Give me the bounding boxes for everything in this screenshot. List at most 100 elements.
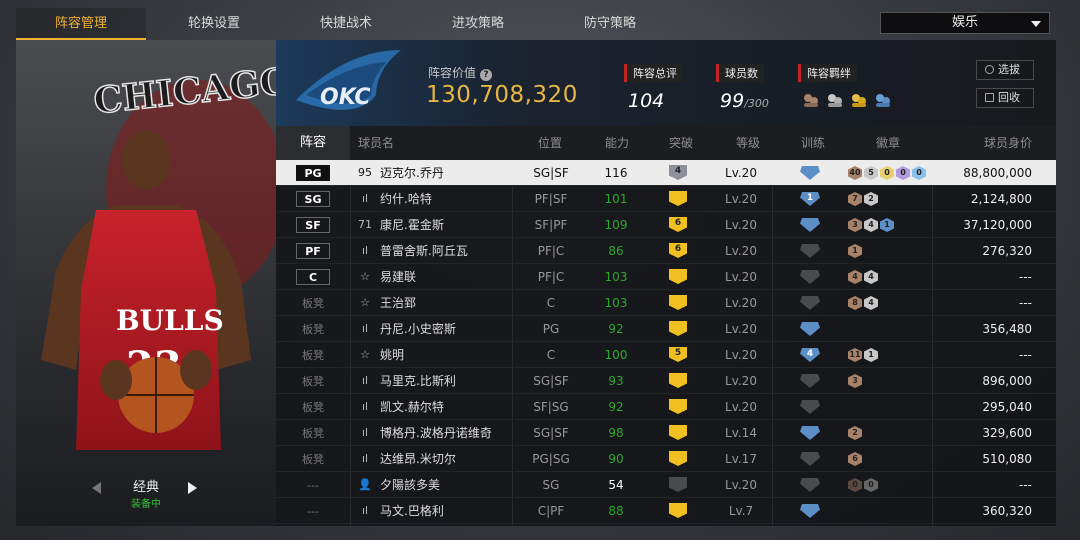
col-badges[interactable]: 徽章 [876,126,900,160]
col-position[interactable]: 位置 [538,126,562,160]
chem-bronze-icon[interactable] [802,92,820,108]
table-row[interactable]: 板凳 ıl 达维昂.米切尔 PG|SG 90 Lv.17 6 510,080 [276,446,1056,472]
lineup-slot[interactable]: 板凳 [292,368,334,394]
badges-cell[interactable]: 6 [848,446,938,472]
previous-style-arrow-icon[interactable] [92,482,101,494]
breakthrough-cell[interactable] [669,186,691,212]
tab-offense[interactable]: 进攻策略 [413,8,543,40]
col-level[interactable]: 等级 [736,126,760,160]
table-row[interactable]: 板凳 ıl 博格丹.波格丹诺维奇 SG|SF 98 Lv.14 2 329,60… [276,420,1056,446]
lineup-slot[interactable]: PG [292,160,334,186]
lineup-slot[interactable]: PF [292,238,334,264]
lineup-slot[interactable]: 板凳 [292,290,334,316]
table-row[interactable]: 板凳 ☆ 姚明 C 100 5 Lv.20 4 11 1 --- [276,342,1056,368]
breakthrough-cell[interactable]: 4 [669,160,691,186]
player-level: Lv.20 [725,348,757,362]
badges-cell[interactable]: 72 [848,186,938,212]
card-style-status: 装备中 [131,499,161,510]
table-row[interactable]: PF ıl 普雷舍斯.阿丘瓦 PF|C 86 6 Lv.20 1 276,320 [276,238,1056,264]
lineup-slot[interactable]: SG [292,186,334,212]
breakthrough-cell[interactable] [669,420,691,446]
training-cell[interactable]: 4 [800,342,822,368]
select-button[interactable]: 选拔 [976,60,1034,80]
badges-cell[interactable]: 11 1 [848,342,938,368]
badges-cell[interactable] [848,394,938,420]
badges-cell[interactable]: 40 5 0 0 0 [848,160,938,186]
training-cell[interactable] [800,160,822,186]
lineup-slot[interactable]: --- [292,498,334,524]
badges-cell[interactable]: 00 [848,472,938,498]
badge-hex-icon: 3 [848,218,862,232]
badge-hex-icon: 40 [848,166,862,180]
mode-select[interactable]: 娱乐 [880,12,1050,34]
badges-cell[interactable]: 2 [848,420,938,446]
col-breakthrough[interactable]: 突破 [669,126,693,160]
tab-lineup[interactable]: 阵容管理 [16,8,146,40]
col-price[interactable]: 球员身价 [984,126,1032,160]
breakthrough-cell[interactable]: 6 [669,212,691,238]
training-cell[interactable]: 1 [800,186,822,212]
chem-silver-icon[interactable] [826,92,844,108]
lineup-slot[interactable]: C [292,264,334,290]
breakthrough-cell[interactable] [669,264,691,290]
lineup-slot[interactable]: 板凳 [292,420,334,446]
training-cell[interactable] [800,316,822,342]
recycle-button[interactable]: 回收 [976,88,1034,108]
training-cell[interactable] [800,212,822,238]
table-row[interactable]: --- ıl 马文.巴格利 C|PF 88 Lv.7 360,320 [276,498,1056,524]
table-row[interactable]: SF 71 康尼.霍金斯 SF|PF 109 6 Lv.20 341 37,12… [276,212,1056,238]
training-cell[interactable] [800,472,822,498]
badges-cell[interactable]: 341 [848,212,938,238]
help-icon[interactable]: ? [480,69,493,81]
col-name[interactable]: 球员名 [358,126,394,160]
breakthrough-cell[interactable] [669,446,691,472]
chem-blue-icon[interactable] [874,92,892,108]
col-overall[interactable]: 能力 [605,126,629,160]
table-row[interactable]: 板凳 ☆ 王治郅 C 103 Lv.20 84 --- [276,290,1056,316]
table-row[interactable]: 板凳 ıl 凯文.赫尔特 SF|SG 92 Lv.20 295,040 [276,394,1056,420]
lineup-slot[interactable]: 板凳 [292,316,334,342]
breakthrough-cell[interactable] [669,394,691,420]
breakthrough-cell[interactable] [669,316,691,342]
table-row[interactable]: --- 👤 夕陽該多美 SG 54 Lv.20 00 --- [276,472,1056,498]
table-row[interactable]: 板凳 ıl 丹尼.小史密斯 PG 92 Lv.20 356,480 [276,316,1056,342]
badges-cell[interactable] [848,498,938,524]
training-cell[interactable] [800,446,822,472]
breakthrough-cell[interactable] [669,290,691,316]
col-training[interactable]: 训练 [801,126,825,160]
breakthrough-cell[interactable]: 5 [669,342,691,368]
breakthrough-cell[interactable] [669,368,691,394]
breakthrough-cell[interactable] [669,498,691,524]
badges-cell[interactable]: 84 [848,290,938,316]
col-lineup[interactable]: 阵容 [276,126,350,160]
badges-cell[interactable]: 1 [848,238,938,264]
training-cell[interactable] [800,290,822,316]
training-cell[interactable] [800,368,822,394]
lineup-slot[interactable]: 板凳 [292,342,334,368]
tab-rotation[interactable]: 轮换设置 [149,8,279,40]
badges-cell[interactable] [848,316,938,342]
training-cell[interactable] [800,420,822,446]
training-cell[interactable] [800,394,822,420]
tab-defense[interactable]: 防守策略 [545,8,675,40]
badges-cell[interactable]: 3 [848,368,938,394]
training-cell[interactable] [800,264,822,290]
table-row[interactable]: C ☆ 易建联 PF|C 103 Lv.20 44 --- [276,264,1056,290]
lineup-slot[interactable]: SF [292,212,334,238]
next-style-arrow-icon[interactable] [188,482,197,494]
table-row[interactable]: PG 95 迈克尔.乔丹 SG|SF 116 4 Lv.20 40 5 0 0 0 88… [276,160,1056,186]
tab-quick-tactics[interactable]: 快捷战术 [281,8,411,40]
table-row[interactable]: SG ıl 约什.哈特 PF|SF 101 Lv.20 1 72 2,124,8… [276,186,1056,212]
bench-slot-label: 板凳 [302,323,324,336]
lineup-slot[interactable]: 板凳 [292,394,334,420]
badges-cell[interactable]: 44 [848,264,938,290]
training-cell[interactable] [800,498,822,524]
chem-gold-icon[interactable] [850,92,868,108]
training-cell[interactable] [800,238,822,264]
breakthrough-cell[interactable]: 6 [669,238,691,264]
lineup-slot[interactable]: --- [292,472,334,498]
lineup-slot[interactable]: 板凳 [292,446,334,472]
table-row[interactable]: 板凳 ıl 马里克.比斯利 SG|SF 93 Lv.20 3 896,000 [276,368,1056,394]
player-level: Lv.20 [725,270,757,284]
breakthrough-cell[interactable] [669,472,691,498]
